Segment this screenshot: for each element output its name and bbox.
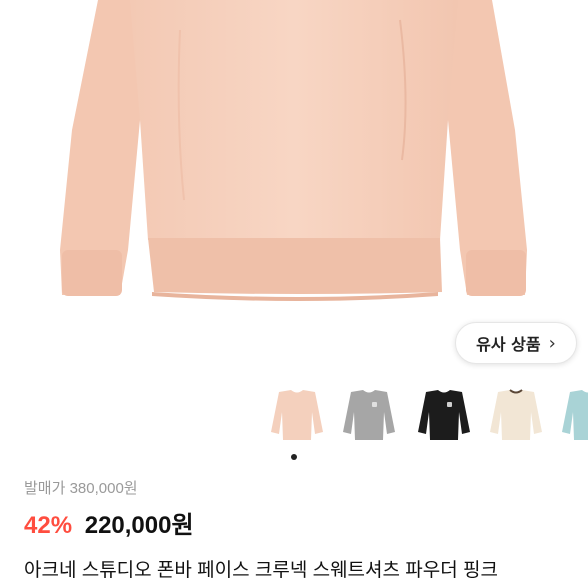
original-price: 발매가 380,000원 <box>24 480 138 497</box>
sweatshirt-icon <box>271 390 323 440</box>
product-title: 아크네 스튜디오 폰바 페이스 크루넥 스웨트셔츠 파우더 핑크 <box>24 560 498 581</box>
discount-rate: 42% <box>24 512 73 539</box>
sweatshirt-icon <box>490 389 542 440</box>
similar-products-button[interactable]: 유사 상품 › <box>455 322 577 364</box>
sale-price: 220,000원 <box>84 512 194 539</box>
price-row: 42% 220,000원 <box>24 505 194 540</box>
thumbnail-powder-pink[interactable] <box>265 382 329 446</box>
thumbnail-cream[interactable] <box>484 382 548 446</box>
chevron-right-icon: › <box>548 332 556 354</box>
sweatshirt-illustration <box>60 0 527 301</box>
thumbnail-black[interactable] <box>412 382 476 446</box>
sweatshirt-icon <box>343 390 395 440</box>
sweatshirt-icon <box>418 390 470 440</box>
pagination-dot-active <box>291 454 297 460</box>
thumbnail-grey[interactable] <box>337 382 401 446</box>
color-thumbnails <box>0 382 588 452</box>
sweatshirt-icon <box>562 390 588 440</box>
thumbnail-mint[interactable] <box>556 382 588 446</box>
similar-products-label: 유사 상품 <box>476 335 541 354</box>
product-main-image[interactable]: 유사 상품 › <box>0 0 588 372</box>
